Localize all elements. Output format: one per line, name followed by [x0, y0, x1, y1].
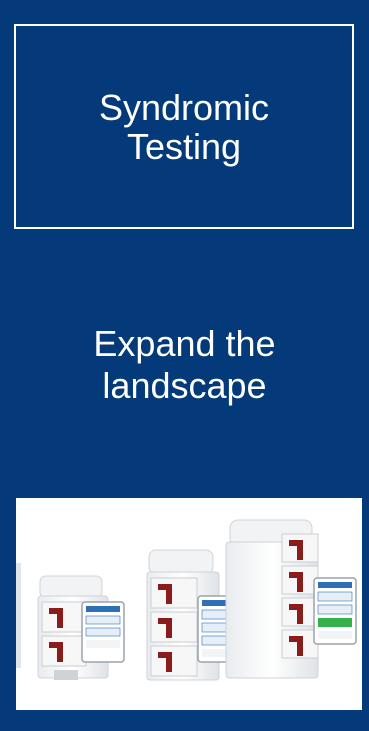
promo-panel: Syndromic Testing Expand the landscape [0, 0, 369, 731]
product-image [16, 498, 362, 710]
title-box: Syndromic Testing [14, 24, 354, 229]
tagline-line-1: Expand the [93, 323, 276, 364]
instrument-illustration [16, 519, 357, 681]
title-line-2: Testing [126, 125, 242, 167]
tagline: Expand the landscape [0, 323, 369, 407]
instrument-unit-small [37, 575, 125, 680]
tagline-line-2: landscape [102, 365, 267, 406]
title-line-1: Syndromic [98, 86, 270, 128]
instrument-unit-large [225, 519, 357, 679]
